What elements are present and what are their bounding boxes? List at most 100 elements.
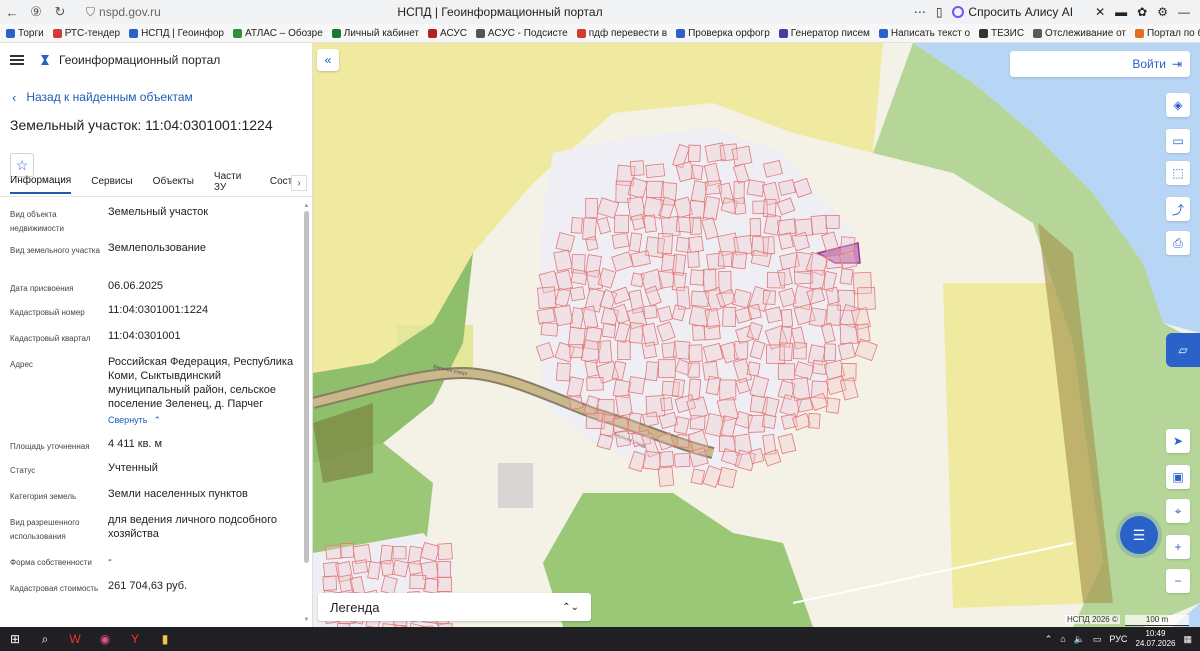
parcel-shape[interactable]: [748, 448, 765, 465]
parcel-shape[interactable]: [792, 342, 808, 360]
parcel-shape[interactable]: [597, 340, 613, 364]
parcel-shape[interactable]: [807, 412, 821, 429]
parcel-shape[interactable]: [837, 341, 856, 361]
parcel-shape[interactable]: [762, 289, 776, 305]
parcel-shape[interactable]: [701, 217, 719, 240]
parcel-shape[interactable]: [339, 542, 355, 558]
parcel-shape[interactable]: [656, 305, 673, 323]
battery-icon[interactable]: ▭: [1093, 634, 1102, 645]
layers-button[interactable]: ◈: [1166, 93, 1190, 117]
parcel-shape[interactable]: [391, 559, 409, 578]
parcel-shape[interactable]: [747, 414, 765, 433]
clock[interactable]: 10:49 24.07.2026: [1135, 629, 1175, 649]
reload-icon[interactable]: ↻: [48, 0, 72, 24]
parcel-shape[interactable]: [749, 340, 766, 360]
parcel-shape[interactable]: [611, 232, 630, 249]
parcel-shape[interactable]: [614, 214, 630, 234]
tabs-scroll-right-icon[interactable]: ›: [291, 175, 307, 191]
support-chat-button[interactable]: ☰: [1120, 516, 1158, 554]
parcel-shape[interactable]: [642, 450, 662, 471]
parcel-shape[interactable]: [734, 341, 749, 360]
parcel-shape[interactable]: [838, 250, 858, 270]
login-button[interactable]: Войти ⇥: [1010, 51, 1190, 77]
parcel-shape[interactable]: [731, 145, 753, 167]
parcel-shape[interactable]: [692, 324, 706, 341]
parcel-shape[interactable]: [823, 343, 836, 361]
settings-icon[interactable]: ⚙: [1157, 5, 1168, 19]
bookmark-item[interactable]: Написать текст о: [878, 28, 970, 39]
bookmark-item[interactable]: пдф перевести в: [576, 28, 667, 39]
parcel-shape[interactable]: [643, 304, 658, 320]
parcel-shape[interactable]: [586, 377, 604, 391]
parcel-shape[interactable]: [671, 304, 687, 322]
language-indicator[interactable]: РУС: [1109, 634, 1127, 644]
map-attribution[interactable]: НСПД 2026 ©: [1065, 615, 1120, 624]
parcel-shape[interactable]: [688, 344, 703, 363]
parcel-shape[interactable]: [671, 378, 686, 398]
parcel-shape[interactable]: [732, 163, 750, 184]
parcel-shape[interactable]: [746, 321, 763, 341]
parcel-shape[interactable]: [810, 214, 828, 235]
parcel-shape[interactable]: [596, 433, 614, 451]
parcel-shape[interactable]: [583, 395, 600, 416]
bookmark-item[interactable]: Личный кабинет: [331, 28, 419, 39]
parcel-shape[interactable]: [731, 288, 752, 309]
parcel-shape[interactable]: [322, 575, 338, 591]
scroll-up-icon[interactable]: ▲: [303, 203, 310, 209]
parcel-shape[interactable]: [777, 218, 798, 236]
parcel-shape[interactable]: [614, 322, 631, 344]
parcel-shape[interactable]: [722, 306, 737, 327]
parcel-shape[interactable]: [437, 561, 452, 579]
parcel-shape[interactable]: [380, 575, 398, 595]
parcel-shape[interactable]: [826, 304, 842, 326]
bookmark-item[interactable]: Отслеживание от: [1033, 28, 1126, 39]
parcel-shape[interactable]: [733, 197, 747, 215]
network-icon[interactable]: ⌂: [1060, 634, 1065, 644]
parcel-shape[interactable]: [658, 450, 675, 468]
parcel-shape[interactable]: [793, 270, 814, 285]
volume-icon[interactable]: 🔈: [1074, 634, 1085, 645]
back-icon[interactable]: ←: [0, 0, 24, 24]
bookmark-item[interactable]: АСУС: [428, 28, 467, 39]
parcel-shape[interactable]: [644, 361, 659, 382]
wps-office-icon[interactable]: W: [60, 627, 90, 651]
parcel-shape[interactable]: [570, 217, 583, 234]
parcel-shape[interactable]: [660, 397, 674, 412]
downloads-icon[interactable]: ▬: [1115, 5, 1127, 19]
parcel-shape[interactable]: [673, 416, 690, 435]
search-location-button[interactable]: ⌖: [1166, 499, 1190, 523]
alice-button[interactable]: Спросить Алису AI: [952, 5, 1073, 19]
back-to-results-link[interactable]: ‹ Назад к найденным объектам: [0, 77, 312, 107]
parcel-shape[interactable]: [749, 375, 770, 399]
parcel-shape[interactable]: [749, 218, 762, 237]
parcel-shape[interactable]: [690, 468, 706, 485]
select-area-button[interactable]: ⬚: [1166, 161, 1190, 185]
parcel-shape[interactable]: [792, 177, 813, 198]
parcel-shape[interactable]: [687, 144, 701, 163]
collapse-panel-button[interactable]: «: [317, 49, 339, 71]
parcel-shape[interactable]: [825, 214, 840, 229]
parcel-shape[interactable]: [762, 236, 775, 255]
parcel-shape[interactable]: [675, 236, 690, 253]
parcel-shape[interactable]: [688, 200, 706, 220]
tab-objects[interactable]: Объекты: [153, 176, 194, 193]
parcel-shape[interactable]: [687, 362, 700, 378]
parcel-shape[interactable]: [641, 341, 658, 359]
bookmark-item[interactable]: Торги: [6, 28, 44, 39]
parcel-shape[interactable]: [601, 322, 617, 339]
tab-services[interactable]: Сервисы: [91, 176, 132, 193]
parcel-shape[interactable]: [628, 232, 643, 253]
parcel-shape[interactable]: [777, 433, 797, 455]
bookmark-item[interactable]: Генератор писем: [778, 28, 870, 39]
parcel-shape[interactable]: [765, 306, 783, 324]
parcel-shape[interactable]: [599, 413, 616, 437]
parcel-shape[interactable]: [703, 324, 721, 341]
parcel-shape[interactable]: [569, 343, 584, 359]
parcel-shape[interactable]: [325, 544, 343, 560]
map-canvas[interactable]: Верхняя улица Верхняя улица « Войти ⇥ ◈ …: [313, 43, 1200, 627]
parcel-shape[interactable]: [777, 179, 797, 196]
parcel-shape[interactable]: [611, 251, 634, 272]
yandex-browser-icon[interactable]: Y: [120, 627, 150, 651]
parcel-shape[interactable]: [676, 434, 690, 448]
parcel-shape[interactable]: [777, 232, 794, 250]
